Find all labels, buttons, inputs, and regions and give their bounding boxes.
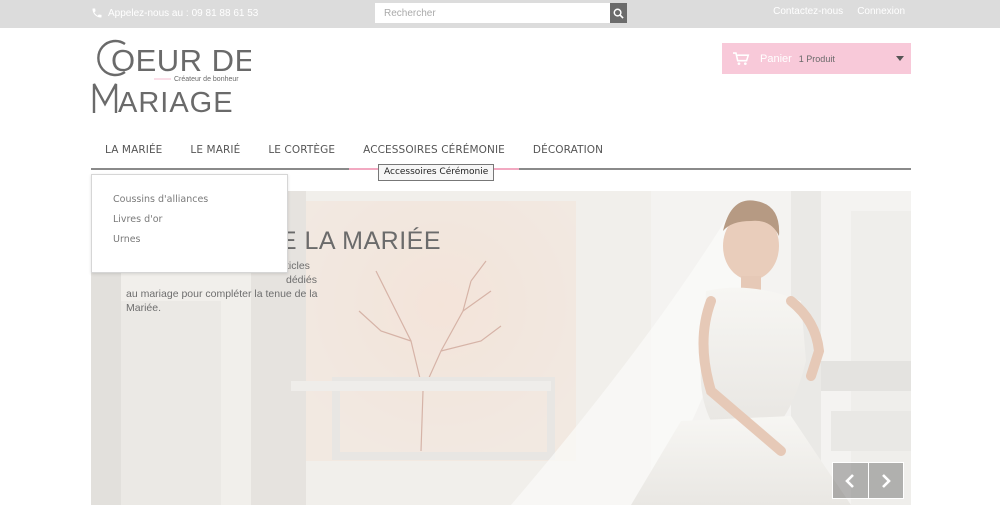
phone-label: Appelez-nous au : [108, 7, 189, 19]
carousel-prev-button[interactable] [833, 463, 868, 498]
phone-info: Appelez-nous au : 09 81 88 61 53 [91, 5, 258, 21]
shopping-cart-icon [733, 51, 750, 65]
cart-count: 1 Produit [798, 53, 835, 64]
dropdown-item-coussins[interactable]: Coussins d'alliances [113, 193, 287, 213]
nav-item-le-marie[interactable]: LE MARIÉ [176, 132, 254, 168]
top-bar: Appelez-nous au : 09 81 88 61 53 Contact… [0, 0, 1000, 28]
carousel-controls [832, 462, 904, 499]
search-form [375, 3, 627, 23]
nav-tooltip: Accessoires Cérémonie [378, 164, 495, 181]
nav-item-le-cortege[interactable]: LE CORTÈGE [254, 132, 349, 168]
main-nav: LA MARIÉE LE MARIÉ LE CORTÈGE ACCESSOIRE… [91, 132, 911, 170]
top-links: Contactez-nous Connexion [773, 6, 905, 17]
phone-icon [92, 8, 102, 18]
carousel-next-button[interactable] [867, 463, 903, 498]
search-input[interactable] [375, 3, 610, 23]
nav-dropdown-menu: Coussins d'alliances Livres d'or Urnes [91, 174, 288, 273]
chevron-left-icon [845, 473, 855, 488]
hero-text-line-3: Mariée. [126, 302, 162, 314]
dropdown-item-urnes[interactable]: Urnes [113, 233, 287, 253]
nav-item-decoration[interactable]: DÉCORATION [519, 132, 617, 168]
search-icon [613, 8, 624, 19]
chevron-right-icon [882, 473, 891, 488]
nav-item-la-mariee[interactable]: LA MARIÉE [91, 132, 176, 168]
logo-line2: ARIAGE [118, 87, 234, 118]
logo-tagline: Créateur de bonheur [174, 76, 239, 83]
phone-number[interactable]: 09 81 88 61 53 [192, 8, 259, 19]
contact-link[interactable]: Contactez-nous [773, 6, 843, 17]
hero-text-line-2: au mariage pour compléter la tenue de la [126, 288, 318, 300]
login-link[interactable]: Connexion [857, 6, 905, 17]
nav-item-accessoires-ceremonie[interactable]: ACCESSOIRES CÉRÉMONIE [349, 132, 519, 170]
caret-down-icon[interactable] [896, 56, 904, 61]
site-logo[interactable]: OEUR DE Créateur de bonheur ARIAGE [91, 38, 251, 118]
logo-line1: OEUR DE [111, 43, 251, 78]
cart-button[interactable]: Panier 1 Produit [722, 43, 911, 74]
search-button[interactable] [610, 3, 627, 23]
cart-label: Panier [760, 52, 792, 65]
dropdown-item-livres-dor[interactable]: Livres d'or [113, 213, 287, 233]
